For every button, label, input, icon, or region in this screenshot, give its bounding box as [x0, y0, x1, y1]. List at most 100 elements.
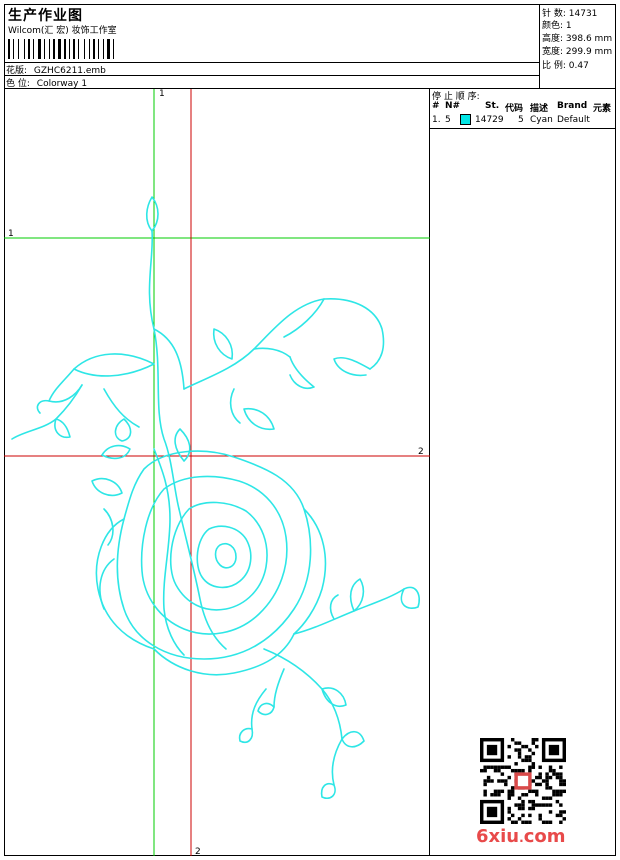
qr-module [535, 782, 539, 787]
qr-module [497, 779, 501, 783]
qr-module [548, 765, 553, 769]
qr-module [497, 765, 501, 769]
qr-module [507, 744, 511, 749]
barcode-bar [26, 39, 27, 59]
qr-module [535, 803, 539, 807]
row-brand: Default [557, 115, 590, 125]
header-panel: 生产作业图 Wilcom(汇 宏) 妆饰工作室 花版: GZHC6211.emb… [4, 4, 540, 89]
qr-module [521, 813, 525, 818]
barcode-bar [105, 39, 106, 59]
qr-module [528, 755, 532, 759]
stats-panel: 针 数: 14731 颜色: 1 高度: 398.6 mm 宽度: 299.9 … [540, 4, 616, 89]
barcode-bar [93, 39, 95, 59]
qr-module [548, 775, 553, 780]
barcode-bar [84, 39, 85, 59]
qr-module [535, 793, 539, 797]
qr-module [510, 813, 515, 818]
qr-module [559, 782, 563, 787]
qr-code [480, 738, 566, 824]
height-label: 高度: [542, 34, 564, 44]
qr-module [504, 765, 508, 769]
qr-module [524, 793, 529, 797]
v-axis-1-label: 1 [159, 89, 165, 99]
qr-module [521, 806, 525, 811]
qr-module [514, 820, 518, 824]
qr-module [490, 765, 494, 769]
height-stat: 高度: 398.6 mm [542, 31, 612, 44]
barcode-bar [80, 39, 83, 59]
qr-module [531, 765, 536, 769]
barcode-bar [51, 39, 52, 59]
barcode-bar [44, 39, 45, 59]
qr-module [517, 741, 522, 745]
qr-module [493, 793, 498, 797]
stitches-value: 14731 [568, 9, 598, 19]
design-canvas: 1 1 2 2 [4, 89, 430, 857]
qr-module [541, 820, 546, 824]
qr-module [528, 799, 532, 804]
qr-module [514, 741, 518, 745]
qr-module [541, 779, 546, 783]
qr-module [497, 793, 501, 797]
barcode-bar [113, 39, 114, 59]
qr-module [545, 786, 549, 790]
qr-module [548, 803, 553, 807]
qr-module [552, 768, 556, 773]
qr-module [555, 789, 560, 794]
qr-module [535, 775, 539, 780]
barcode-bar [76, 39, 77, 59]
qr-module [504, 779, 508, 783]
barcode-bar [62, 39, 63, 59]
qr-module [541, 796, 546, 800]
qr-module [548, 768, 553, 773]
qr-module [510, 738, 515, 742]
qr-module [559, 765, 563, 769]
qr-module [514, 768, 518, 773]
watermark-text-left: 6xiu [476, 826, 520, 847]
qr-module [483, 765, 487, 769]
qr-module [493, 765, 498, 769]
qr-module [545, 803, 549, 807]
qr-module [538, 803, 542, 807]
qr-module [531, 806, 536, 811]
rose-embroidery [11, 196, 420, 800]
scale-value: 0.47 [568, 61, 589, 71]
qr-module [562, 817, 566, 821]
qr-module [517, 755, 522, 759]
row-stitches: 14729 [475, 115, 504, 125]
barcode-bar [71, 39, 72, 59]
qr-module [507, 796, 511, 800]
qr-module [521, 758, 525, 763]
barcode-bar [24, 39, 25, 59]
qr-module [524, 755, 529, 759]
qr-module [538, 765, 542, 769]
qr-module [521, 768, 525, 773]
qr-module [483, 793, 487, 797]
qr-module [552, 772, 556, 776]
qr-module [559, 820, 563, 824]
qr-module [493, 768, 498, 773]
qr-module [555, 775, 560, 780]
qr-module [528, 813, 532, 818]
watermark-text-right: com [523, 826, 566, 847]
qr-module [524, 820, 529, 824]
scale-label: 比 例: [542, 61, 566, 71]
barcode-bar [53, 39, 55, 59]
qr-module [500, 789, 505, 794]
qr-module [486, 744, 498, 756]
qr-module [510, 789, 515, 794]
barcode-bar [18, 39, 19, 59]
barcode-bar [11, 39, 12, 59]
qr-module [517, 751, 522, 756]
qr-module [483, 789, 487, 794]
embroidery-preview [4, 89, 430, 856]
qr-module [531, 779, 536, 783]
colors-stat: 颜色: 1 [542, 18, 572, 31]
color-swatch [460, 114, 471, 128]
barcode-bar [58, 39, 61, 59]
qr-module [559, 793, 563, 797]
qr-module [531, 789, 536, 794]
barcode-bar [35, 39, 37, 59]
qr-module [545, 820, 549, 824]
width-stat: 宽度: 299.9 mm [542, 44, 612, 57]
